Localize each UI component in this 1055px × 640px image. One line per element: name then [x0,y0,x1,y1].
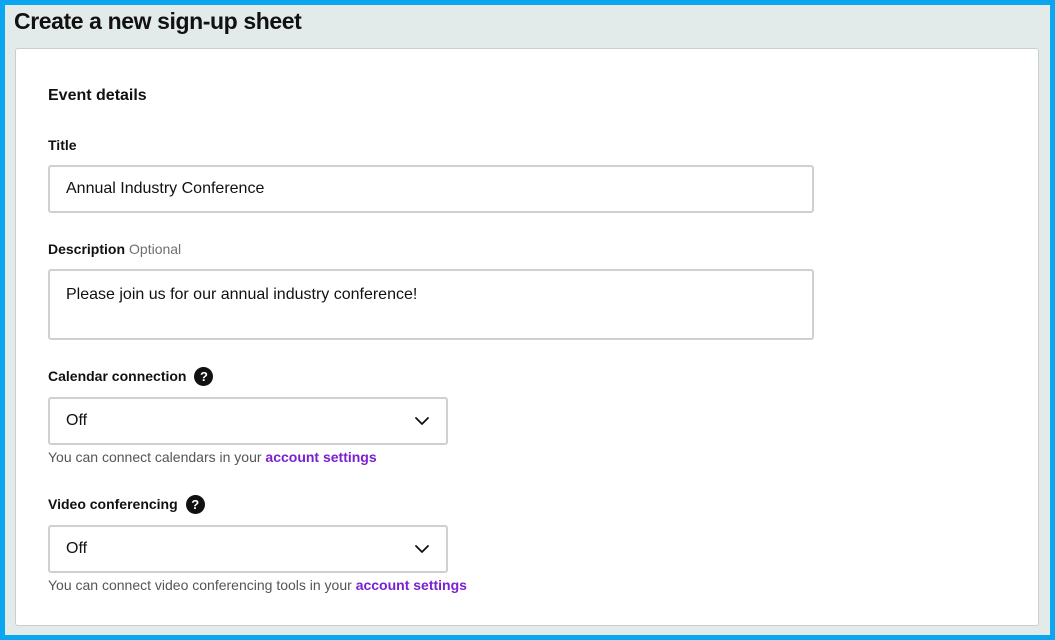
chevron-down-icon [414,413,430,429]
calendar-hint-text: You can connect calendars in your [48,449,266,465]
calendar-label-text: Calendar connection [48,368,187,385]
video-label-text: Video conferencing [48,496,178,513]
title-input[interactable] [48,165,814,213]
description-label: Description Optional [48,241,181,257]
calendar-select[interactable]: Off [48,397,448,445]
event-details-card: Event details Title DescriptionOptional … [15,48,1039,626]
calendar-selected-value: Off [66,412,88,429]
calendar-hint: You can connect calendars in your accoun… [48,449,377,465]
page-title: Create a new sign-up sheet [14,8,302,34]
video-label: Video conferencing? [48,495,205,515]
chevron-down-icon [414,541,430,557]
section-title: Event details [48,87,147,104]
title-label: Title [48,137,77,153]
video-hint-text: You can connect video conferencing tools… [48,577,356,593]
video-account-settings-link[interactable]: account settings [356,577,467,593]
video-select[interactable]: Off [48,525,448,573]
calendar-account-settings-link[interactable]: account settings [265,449,376,465]
video-hint: You can connect video conferencing tools… [48,577,467,593]
video-selected-value: Off [66,540,88,557]
optional-label: Optional [129,241,182,257]
calendar-label: Calendar connection? [48,367,214,387]
help-icon[interactable]: ? [194,367,214,386]
help-icon[interactable]: ? [185,495,205,514]
title-label-text: Title [48,137,77,153]
description-textarea[interactable]: Please join us for our annual industry c… [48,269,814,340]
description-label-text: Description [48,241,126,257]
